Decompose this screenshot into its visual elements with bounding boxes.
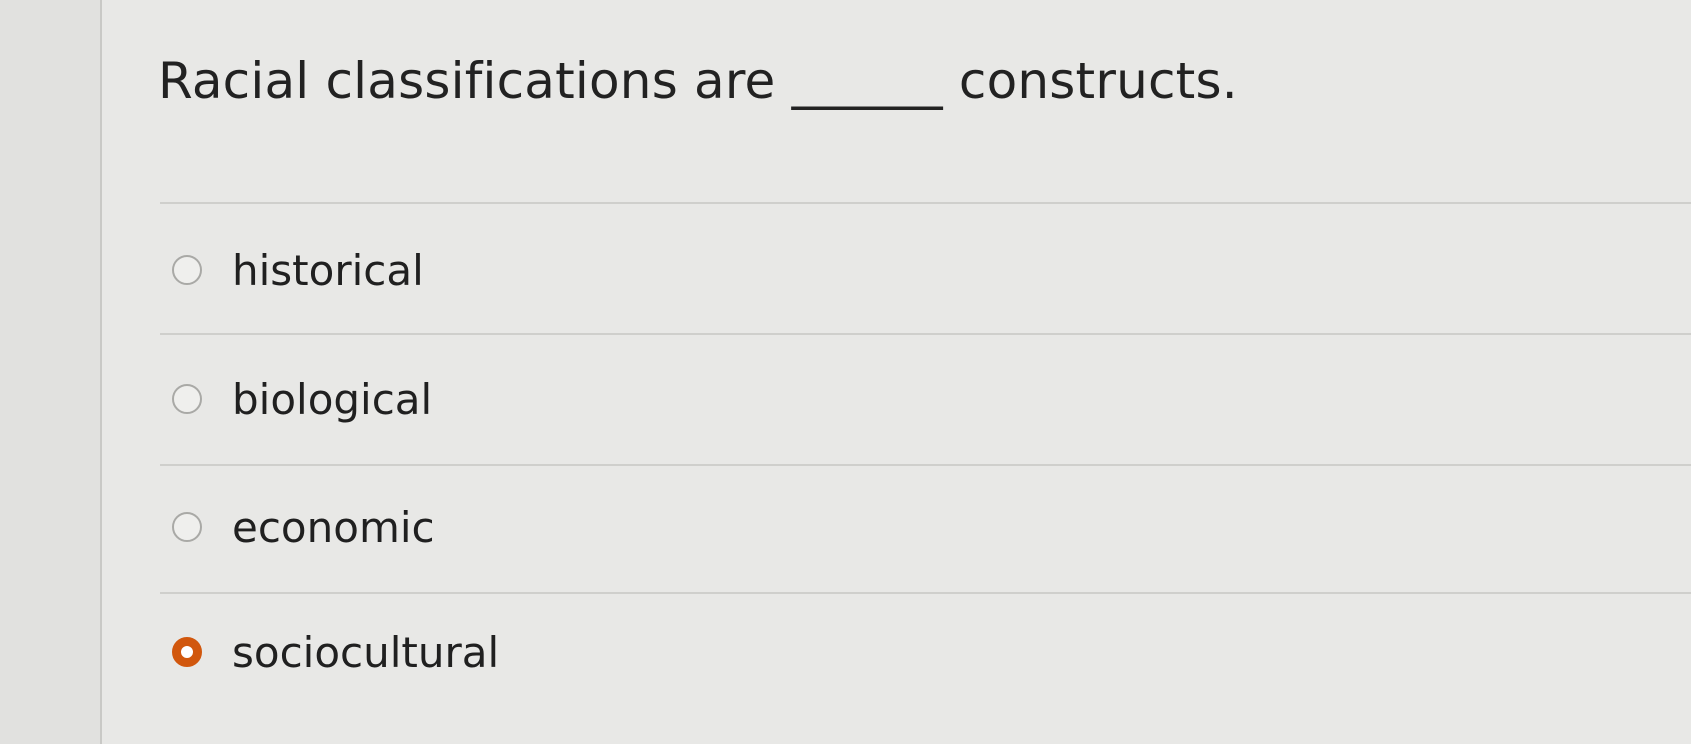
divider bbox=[160, 202, 1691, 204]
option-sociocultural[interactable]: sociocultural bbox=[172, 612, 1072, 692]
option-label: economic bbox=[232, 502, 435, 552]
radio-unselected-icon[interactable] bbox=[172, 384, 202, 414]
option-label: sociocultural bbox=[232, 627, 500, 677]
radio-unselected-icon[interactable] bbox=[172, 512, 202, 542]
option-label: historical bbox=[232, 245, 424, 295]
option-historical[interactable]: historical bbox=[172, 230, 1072, 310]
option-economic[interactable]: economic bbox=[172, 487, 1072, 567]
radio-selected-icon[interactable] bbox=[172, 637, 202, 667]
option-label: biological bbox=[232, 374, 433, 424]
divider bbox=[160, 592, 1691, 594]
divider bbox=[160, 464, 1691, 466]
option-biological[interactable]: biological bbox=[172, 359, 1072, 439]
left-gutter bbox=[0, 0, 100, 744]
radio-unselected-icon[interactable] bbox=[172, 255, 202, 285]
divider bbox=[160, 333, 1691, 335]
question-text: Racial classifications are ______ constr… bbox=[158, 52, 1238, 110]
